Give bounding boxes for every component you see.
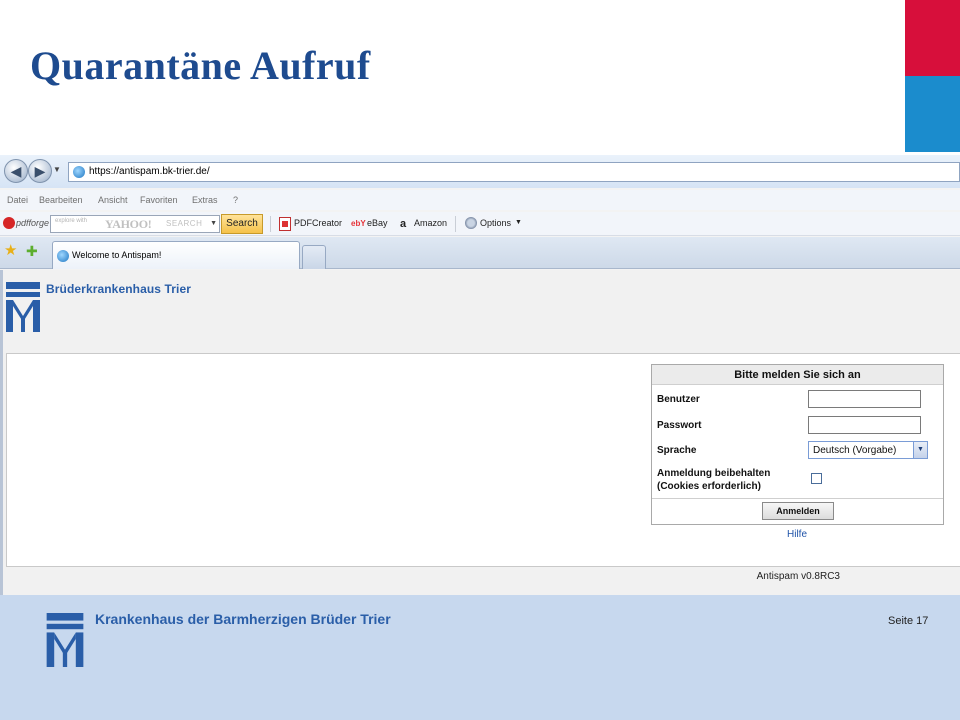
brand-name: Brüderkrankenhaus Trier bbox=[46, 282, 192, 296]
search-watermark: SEARCH bbox=[166, 219, 203, 228]
tab-favicon-icon bbox=[57, 250, 69, 262]
new-tab-button[interactable] bbox=[302, 245, 326, 269]
hospital-logo-icon bbox=[46, 613, 84, 667]
browser-window: ◀ ▶ ▼ https://antispam.bk-trier.de/ Date… bbox=[0, 155, 960, 595]
pdfforge-label[interactable]: pdfforge bbox=[16, 218, 49, 228]
corner-accent-blue bbox=[905, 76, 960, 152]
ebay-button[interactable]: eBay bbox=[367, 218, 388, 228]
chevron-down-icon[interactable]: ▼ bbox=[210, 220, 217, 227]
login-footer: Anmelden bbox=[652, 498, 943, 524]
tab-antispam[interactable]: Welcome to Antispam! bbox=[52, 241, 300, 269]
menu-file[interactable]: Datei bbox=[7, 195, 28, 205]
slide-title: Quarantäne Aufruf bbox=[30, 43, 371, 88]
password-label: Passwort bbox=[657, 420, 702, 431]
pdfforge-icon[interactable] bbox=[3, 217, 15, 229]
yahoo-search-input[interactable]: explore with YAHOO! SEARCH ▼ bbox=[50, 215, 220, 233]
history-dropdown-icon[interactable]: ▼ bbox=[53, 165, 61, 174]
page-number: Seite 17 bbox=[888, 615, 929, 627]
login-form: Bitte melden Sie sich an Benutzer Passwo… bbox=[651, 364, 944, 525]
page-header: Brüderkrankenhaus Trier bbox=[3, 270, 960, 353]
options-chevron-icon[interactable]: ▼ bbox=[515, 219, 522, 226]
search-button[interactable]: Search bbox=[221, 214, 263, 234]
login-heading: Bitte melden Sie sich an bbox=[652, 365, 943, 385]
toolbar-divider bbox=[270, 216, 271, 232]
help-link[interactable]: Hilfe bbox=[787, 529, 807, 540]
menu-edit[interactable]: Bearbeiten bbox=[39, 195, 83, 205]
yahoo-logo: YAHOO! bbox=[105, 217, 152, 231]
pdf-icon[interactable] bbox=[279, 217, 291, 231]
version-label: Antispam v0.8RC3 bbox=[756, 571, 840, 582]
menu-bar: Datei Bearbeiten Ansicht Favoriten Extra… bbox=[0, 190, 960, 210]
add-favorite-icon[interactable]: ✚ bbox=[26, 243, 38, 259]
username-label: Benutzer bbox=[657, 394, 700, 405]
amazon-button[interactable]: Amazon bbox=[414, 218, 447, 228]
toolbar-divider bbox=[455, 216, 456, 232]
tab-title: Welcome to Antispam! bbox=[72, 250, 162, 260]
menu-help[interactable]: ? bbox=[233, 195, 238, 205]
menu-favorites[interactable]: Favoriten bbox=[140, 195, 178, 205]
remember-note: (Cookies erforderlich) bbox=[657, 481, 761, 492]
search-hint: explore with bbox=[55, 218, 88, 224]
language-label: Sprache bbox=[657, 445, 697, 456]
login-button[interactable]: Anmelden bbox=[762, 502, 834, 520]
footer-organization: Krankenhaus der Barmherzigen Brüder Trie… bbox=[95, 611, 391, 627]
remember-label: Anmeldung beibehalten bbox=[657, 468, 771, 479]
username-input[interactable] bbox=[808, 390, 921, 408]
favorites-star-icon[interactable]: ★ bbox=[4, 243, 17, 259]
options-button[interactable]: Options bbox=[480, 218, 511, 228]
url-text[interactable]: https://antispam.bk-trier.de/ bbox=[89, 166, 210, 177]
language-selected: Deutsch (Vorgabe) bbox=[813, 445, 897, 456]
forward-arrow-icon[interactable]: ▶ bbox=[28, 159, 52, 183]
back-arrow-icon[interactable]: ◀ bbox=[4, 159, 28, 183]
hospital-logo-icon bbox=[6, 282, 40, 332]
page-content: Bitte melden Sie sich an Benutzer Passwo… bbox=[6, 353, 960, 567]
amazon-icon[interactable]: a bbox=[400, 217, 412, 231]
site-favicon-icon bbox=[73, 166, 85, 178]
chevron-down-icon[interactable]: ▼ bbox=[913, 442, 927, 458]
slide-footer: Krankenhaus der Barmherzigen Brüder Trie… bbox=[0, 595, 960, 720]
toolbar: pdfforge explore with YAHOO! SEARCH ▼ Se… bbox=[0, 212, 960, 236]
language-select[interactable]: Deutsch (Vorgabe) ▼ bbox=[808, 441, 928, 459]
menu-tools[interactable]: Extras bbox=[192, 195, 218, 205]
tab-bar: ★ ✚ Welcome to Antispam! bbox=[0, 237, 960, 269]
gear-icon[interactable] bbox=[465, 217, 477, 229]
address-bar: ◀ ▶ ▼ https://antispam.bk-trier.de/ bbox=[0, 155, 960, 188]
ebay-icon[interactable]: ebY bbox=[351, 217, 366, 231]
remember-checkbox[interactable] bbox=[811, 473, 822, 484]
password-input[interactable] bbox=[808, 416, 921, 434]
menu-view[interactable]: Ansicht bbox=[98, 195, 128, 205]
pdfcreator-button[interactable]: PDFCreator bbox=[294, 218, 342, 228]
corner-accent-red bbox=[905, 0, 960, 76]
url-field[interactable]: https://antispam.bk-trier.de/ bbox=[68, 162, 960, 182]
web-page: Brüderkrankenhaus Trier Bitte melden Sie… bbox=[0, 270, 960, 595]
